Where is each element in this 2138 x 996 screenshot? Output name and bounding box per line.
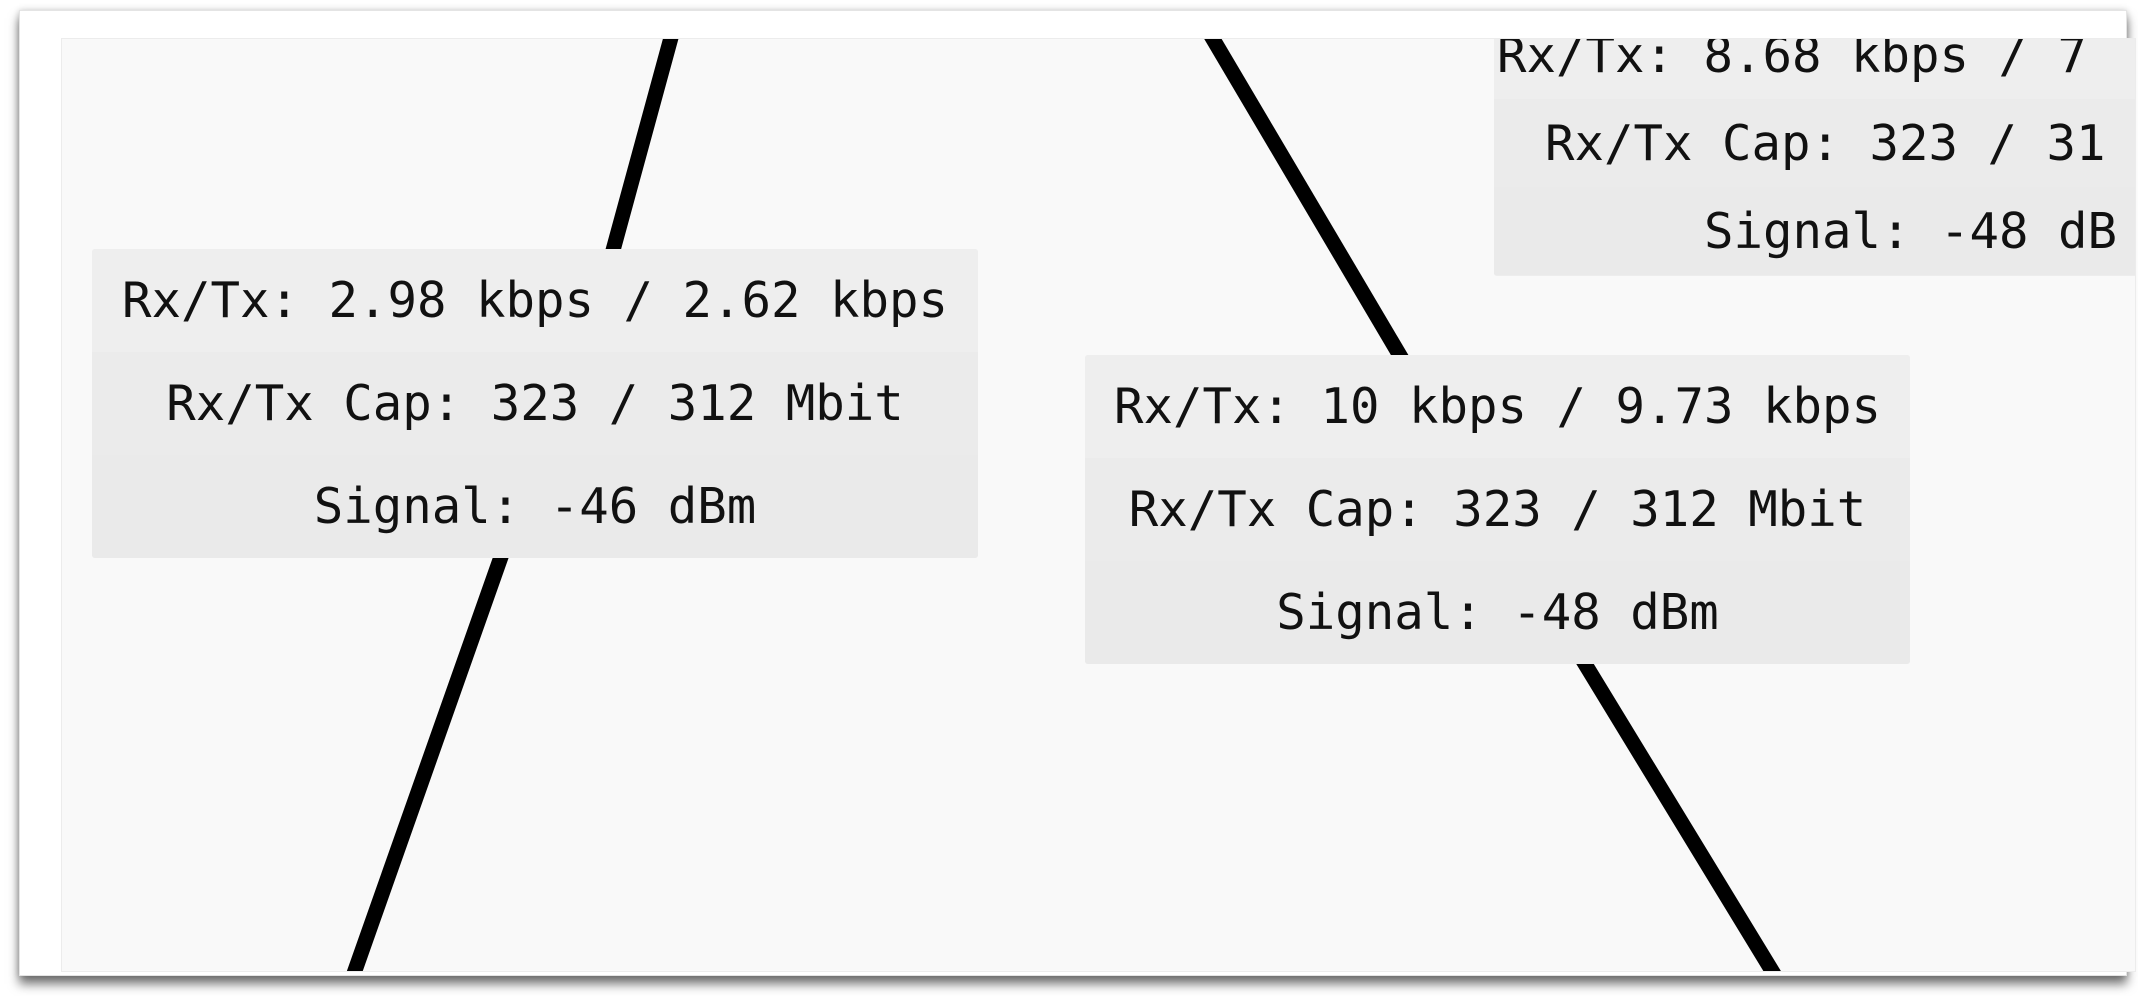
rx-tx-rate: Rx/Tx: 8.68 kbps / 7 [1494, 39, 2135, 99]
link-line-left-upper[interactable] [604, 39, 679, 256]
signal-strength: Signal: -48 dBm [1085, 561, 1910, 664]
link-label-middle[interactable]: Rx/Tx: 10 kbps / 9.73 kbps Rx/Tx Cap: 32… [1085, 355, 1910, 664]
rx-tx-capacity: Rx/Tx Cap: 323 / 312 Mbit [1085, 458, 1910, 561]
signal-strength: Signal: -48 dB [1494, 187, 2135, 275]
rx-tx-capacity: Rx/Tx Cap: 323 / 312 Mbit [92, 352, 978, 455]
link-line-middle-lower[interactable] [1575, 655, 1781, 971]
network-map-canvas[interactable]: Rx/Tx: 2.98 kbps / 2.62 kbps Rx/Tx Cap: … [61, 38, 2136, 972]
link-label-left[interactable]: Rx/Tx: 2.98 kbps / 2.62 kbps Rx/Tx Cap: … [92, 249, 978, 558]
link-line-middle-upper[interactable] [1204, 39, 1409, 363]
rx-tx-capacity: Rx/Tx Cap: 323 / 31 [1494, 99, 2135, 187]
signal-strength: Signal: -46 dBm [92, 455, 978, 558]
link-line-left-lower[interactable] [346, 551, 510, 971]
screenshot-frame: Rx/Tx: 2.98 kbps / 2.62 kbps Rx/Tx Cap: … [19, 10, 2136, 976]
link-label-top-right[interactable]: Rx/Tx: 8.68 kbps / 7 Rx/Tx Cap: 323 / 31… [1494, 39, 2135, 276]
rx-tx-rate: Rx/Tx: 2.98 kbps / 2.62 kbps [92, 249, 978, 352]
rx-tx-rate: Rx/Tx: 10 kbps / 9.73 kbps [1085, 355, 1910, 458]
